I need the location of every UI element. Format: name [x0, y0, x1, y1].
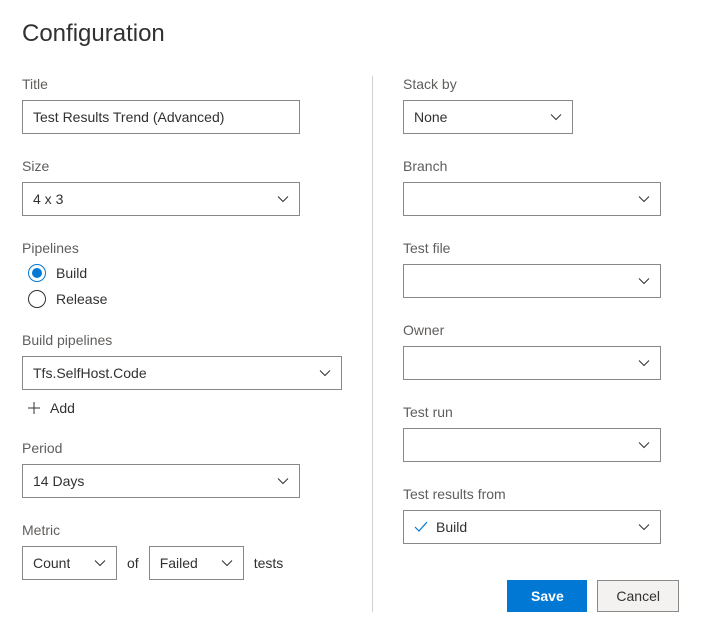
- test-results-from-dropdown[interactable]: Build: [403, 510, 661, 544]
- plus-icon: [26, 400, 42, 416]
- radio-release[interactable]: Release: [28, 290, 342, 308]
- branch-label: Branch: [403, 158, 679, 174]
- metric-tests-text: tests: [254, 555, 284, 571]
- branch-dropdown[interactable]: [403, 182, 661, 216]
- period-label: Period: [22, 440, 342, 456]
- metric-label: Metric: [22, 522, 342, 538]
- stack-by-value: None: [414, 109, 447, 125]
- chevron-down-icon: [221, 557, 233, 569]
- add-label: Add: [50, 400, 75, 416]
- pipelines-label: Pipelines: [22, 240, 342, 256]
- build-pipelines-dropdown[interactable]: Tfs.SelfHost.Code: [22, 356, 342, 390]
- period-dropdown[interactable]: 14 Days: [22, 464, 300, 498]
- period-value: 14 Days: [33, 473, 84, 489]
- title-label: Title: [22, 76, 342, 92]
- size-value: 4 x 3: [33, 191, 63, 207]
- chevron-down-icon: [319, 367, 331, 379]
- owner-label: Owner: [403, 322, 679, 338]
- add-pipeline-button[interactable]: Add: [22, 400, 342, 416]
- build-pipelines-label: Build pipelines: [22, 332, 342, 348]
- chevron-down-icon: [550, 111, 562, 123]
- page-title: Configuration: [22, 20, 679, 48]
- chevron-down-icon: [277, 475, 289, 487]
- stack-by-label: Stack by: [403, 76, 679, 92]
- save-button[interactable]: Save: [507, 580, 587, 612]
- size-dropdown[interactable]: 4 x 3: [22, 182, 300, 216]
- chevron-down-icon: [638, 193, 650, 205]
- radio-checked-icon: [28, 264, 46, 282]
- title-input[interactable]: [22, 100, 300, 134]
- radio-build-label: Build: [56, 265, 87, 281]
- stack-by-dropdown[interactable]: None: [403, 100, 573, 134]
- test-results-from-value: Build: [436, 519, 467, 535]
- radio-release-label: Release: [56, 291, 107, 307]
- cancel-button[interactable]: Cancel: [597, 580, 679, 612]
- metric-count-value: Count: [33, 555, 70, 571]
- build-pipelines-value: Tfs.SelfHost.Code: [33, 365, 147, 381]
- chevron-down-icon: [638, 521, 650, 533]
- chevron-down-icon: [638, 275, 650, 287]
- metric-status-value: Failed: [160, 555, 198, 571]
- metric-count-dropdown[interactable]: Count: [22, 546, 117, 580]
- size-label: Size: [22, 158, 342, 174]
- chevron-down-icon: [638, 357, 650, 369]
- radio-build[interactable]: Build: [28, 264, 342, 282]
- chevron-down-icon: [94, 557, 106, 569]
- test-file-label: Test file: [403, 240, 679, 256]
- radio-unchecked-icon: [28, 290, 46, 308]
- check-icon: [414, 521, 428, 533]
- metric-of-text: of: [127, 555, 139, 571]
- owner-dropdown[interactable]: [403, 346, 661, 380]
- chevron-down-icon: [638, 439, 650, 451]
- metric-status-dropdown[interactable]: Failed: [149, 546, 244, 580]
- test-results-from-label: Test results from: [403, 486, 679, 502]
- chevron-down-icon: [277, 193, 289, 205]
- test-run-label: Test run: [403, 404, 679, 420]
- test-file-dropdown[interactable]: [403, 264, 661, 298]
- test-run-dropdown[interactable]: [403, 428, 661, 462]
